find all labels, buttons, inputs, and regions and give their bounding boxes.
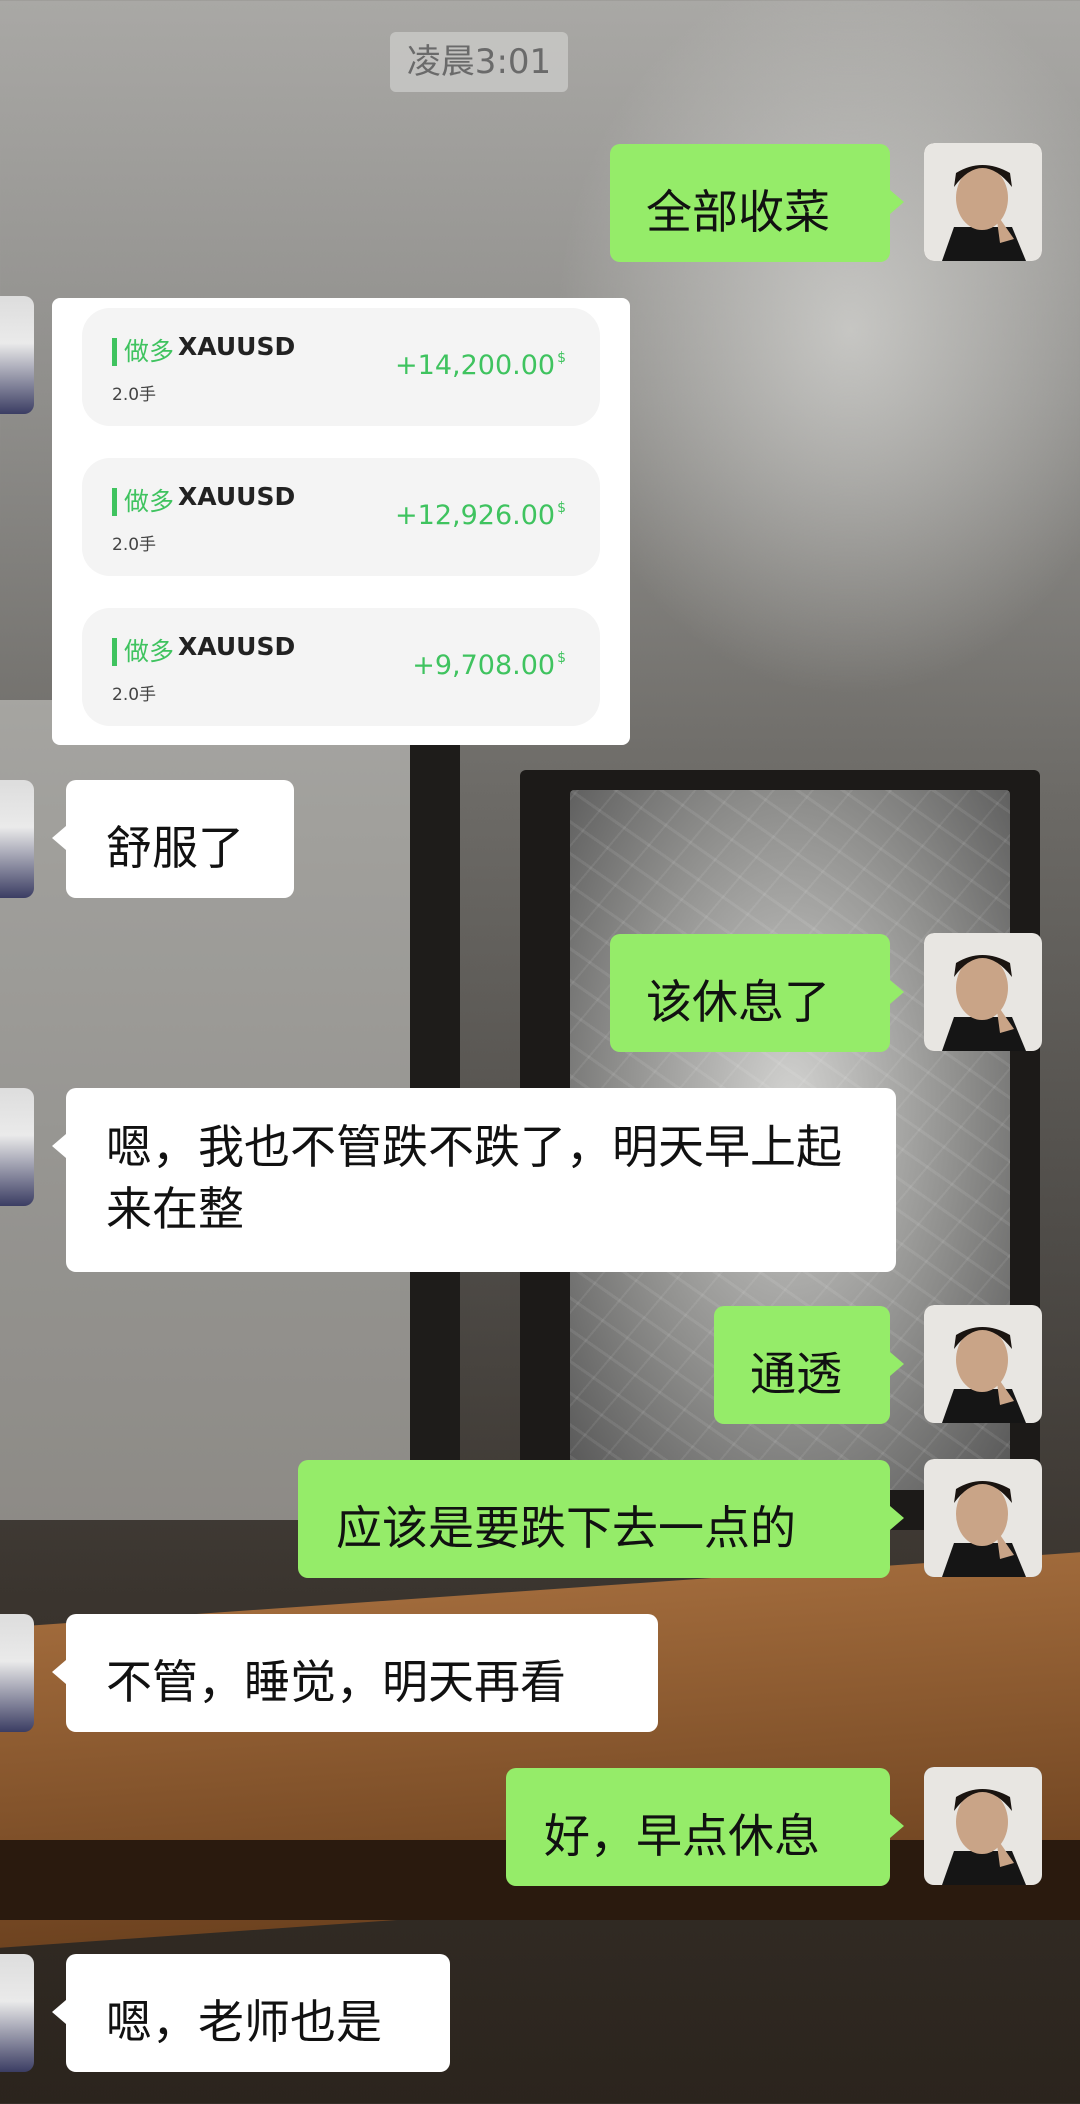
trade-direction: 做多 bbox=[124, 337, 175, 366]
trade-direction: 做多 bbox=[124, 487, 175, 516]
message-bubble-sent[interactable]: 应该是要跌下去一点的 bbox=[298, 1460, 904, 1578]
trade-profit-value: +12,926.00 bbox=[395, 500, 556, 531]
message-bubble-received[interactable]: 嗯，我也不管跌不跌了，明天早上起来在整 bbox=[52, 1088, 896, 1272]
message-text: 不管，睡觉，明天再看 bbox=[106, 1655, 566, 1709]
avatar-man-icon bbox=[924, 1767, 1042, 1885]
avatar-man-icon bbox=[924, 1459, 1042, 1577]
trade-screenshot-card[interactable]: 做多 XAUUSD 2.0手 +14,200.00 $ 做多 XAUUSD 2.0… bbox=[52, 298, 630, 745]
message-text: 该休息了 bbox=[646, 975, 830, 1029]
trade-symbol: XAUUSD bbox=[178, 632, 296, 661]
trade-profit: +14,200.00 $ bbox=[395, 350, 566, 381]
trade-lots: 2.0手 bbox=[112, 535, 157, 555]
trade-profit: +12,926.00 $ bbox=[395, 500, 566, 531]
message-bubble-received[interactable]: 嗯，老师也是 bbox=[52, 1954, 450, 2072]
trade-profit-value: +14,200.00 bbox=[395, 350, 556, 381]
trade-row: 做多 XAUUSD 2.0手 +9,708.00 $ bbox=[82, 608, 600, 726]
trade-symbol: XAUUSD bbox=[178, 332, 296, 361]
avatar-contact[interactable] bbox=[0, 1088, 34, 1206]
message-bubble-sent[interactable]: 好，早点休息 bbox=[506, 1768, 904, 1886]
message-bubble-sent[interactable]: 通透 bbox=[714, 1306, 904, 1424]
message-text: 应该是要跌下去一点的 bbox=[336, 1501, 796, 1555]
message-text: 好，早点休息 bbox=[544, 1809, 820, 1863]
trade-indicator bbox=[112, 338, 117, 366]
message-bubble-received[interactable]: 舒服了 bbox=[52, 780, 294, 898]
message-bubble-sent[interactable]: 全部收菜 bbox=[610, 144, 904, 262]
message-text: 全部收菜 bbox=[646, 185, 830, 239]
message-text: 舒服了 bbox=[106, 821, 244, 875]
timestamp: 凌晨3:01 bbox=[390, 32, 568, 92]
trade-indicator bbox=[112, 638, 117, 666]
avatar-me[interactable] bbox=[924, 933, 1042, 1051]
trade-profit-unit: $ bbox=[557, 350, 566, 366]
trade-indicator bbox=[112, 488, 117, 516]
message-bubble-sent[interactable]: 该休息了 bbox=[610, 934, 904, 1052]
message-text: 嗯，我也不管跌不跌了，明天早上起来在整 bbox=[106, 1120, 842, 1236]
avatar-man-icon bbox=[924, 1305, 1042, 1423]
trade-profit-value: +9,708.00 bbox=[412, 650, 556, 681]
message-bubble-received[interactable]: 不管，睡觉，明天再看 bbox=[52, 1614, 658, 1732]
avatar-man-icon bbox=[924, 143, 1042, 261]
trade-profit-unit: $ bbox=[557, 650, 566, 666]
trade-lots: 2.0手 bbox=[112, 385, 157, 405]
trade-lots: 2.0手 bbox=[112, 685, 157, 705]
avatar-man-icon bbox=[924, 933, 1042, 1051]
avatar-contact[interactable] bbox=[0, 780, 34, 898]
avatar-me[interactable] bbox=[924, 1767, 1042, 1885]
trade-direction: 做多 bbox=[124, 637, 175, 666]
avatar-contact[interactable] bbox=[0, 296, 34, 414]
message-text: 通透 bbox=[750, 1347, 842, 1401]
trade-row: 做多 XAUUSD 2.0手 +14,200.00 $ bbox=[82, 308, 600, 426]
trade-row: 做多 XAUUSD 2.0手 +12,926.00 $ bbox=[82, 458, 600, 576]
avatar-contact[interactable] bbox=[0, 1614, 34, 1732]
avatar-me[interactable] bbox=[924, 1459, 1042, 1577]
trade-symbol: XAUUSD bbox=[178, 482, 296, 511]
trade-profit: +9,708.00 $ bbox=[412, 650, 566, 681]
avatar-me[interactable] bbox=[924, 143, 1042, 261]
avatar-me[interactable] bbox=[924, 1305, 1042, 1423]
message-text: 嗯，老师也是 bbox=[106, 1995, 382, 2049]
avatar-contact[interactable] bbox=[0, 1954, 34, 2072]
trade-profit-unit: $ bbox=[557, 500, 566, 516]
